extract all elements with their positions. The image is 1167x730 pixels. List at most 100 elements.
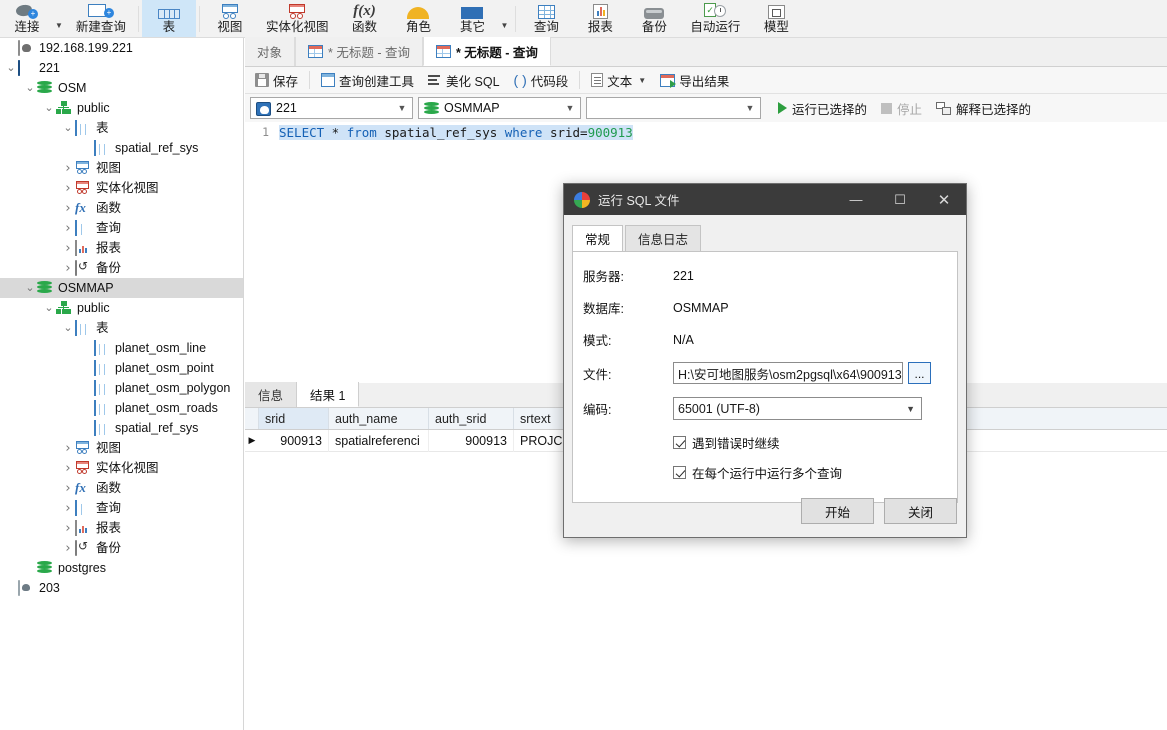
tree-node[interactable]: spatial_ref_sys — [0, 418, 243, 438]
code-snippet-button[interactable]: ( ) 代码段 — [507, 69, 576, 92]
dialog-titlebar[interactable]: 运行 SQL 文件 — ☐ ✕ — [564, 184, 966, 215]
tree-node[interactable]: › 实体化视图 — [0, 458, 243, 478]
chevron-right-icon[interactable]: › — [61, 481, 75, 496]
chevron-right-icon[interactable]: › — [61, 241, 75, 256]
tree-node[interactable]: › 视图 — [0, 158, 243, 178]
other-dropdown-caret[interactable]: ▼ — [499, 21, 512, 37]
tree-node[interactable]: planet_osm_point — [0, 358, 243, 378]
run-selected-button[interactable]: 运行已选择的 — [772, 97, 873, 120]
chevron-down-icon[interactable]: ▼ — [638, 76, 646, 85]
tree-node[interactable]: 192.168.199.221 — [0, 38, 243, 58]
tree-node[interactable]: planet_osm_line — [0, 338, 243, 358]
chevron-down-icon[interactable]: ⌄ — [23, 282, 37, 293]
chevron-right-icon[interactable]: › — [61, 461, 75, 476]
export-result-button[interactable]: 导出结果 — [653, 69, 736, 92]
chevron-down-icon[interactable]: ▼ — [906, 404, 915, 414]
connection-select[interactable]: 221 ▼ — [250, 97, 413, 119]
ribbon-item-materialized-view[interactable]: 实体化视图 — [257, 0, 338, 37]
multiple-queries-checkbox[interactable]: 在每个运行中运行多个查询 — [673, 463, 947, 482]
chevron-down-icon[interactable]: ⌄ — [61, 322, 75, 333]
browse-file-button[interactable]: ... — [908, 362, 931, 384]
ribbon-item-view[interactable]: 视图 — [203, 0, 257, 37]
explain-selected-button[interactable]: 解释已选择的 — [930, 97, 1037, 120]
sql-text-line[interactable]: SELECT * from spatial_ref_sys where srid… — [279, 124, 633, 141]
table-cell[interactable]: spatialreferenci — [329, 429, 429, 452]
column-header[interactable]: auth_srid — [429, 408, 514, 429]
tree-node[interactable]: › 查询 — [0, 498, 243, 518]
chevron-right-icon[interactable]: › — [61, 541, 75, 556]
tree-node[interactable]: ⌄ public — [0, 298, 243, 318]
chevron-right-icon[interactable]: › — [61, 521, 75, 536]
minimize-button[interactable]: — — [834, 184, 878, 215]
save-button[interactable]: 保存 — [248, 69, 305, 92]
tree-node[interactable]: spatial_ref_sys — [0, 138, 243, 158]
column-header[interactable]: auth_name — [329, 408, 429, 429]
file-path-input[interactable]: H:\安可地图服务\osm2pgsql\x64\900913.sq — [673, 362, 903, 384]
chevron-down-icon[interactable]: ⌄ — [61, 122, 75, 133]
tree-node[interactable]: › 实体化视图 — [0, 178, 243, 198]
query-builder-button[interactable]: 查询创建工具 — [314, 69, 421, 92]
tree-node[interactable]: ⌄ 表 — [0, 318, 243, 338]
tree-node[interactable]: 203 — [0, 578, 243, 598]
chevron-right-icon[interactable]: › — [61, 181, 75, 196]
ribbon-item-report[interactable]: 报表 — [573, 0, 627, 37]
database-select[interactable]: OSMMAP ▼ — [418, 97, 581, 119]
tree-node[interactable]: › fx 函数 — [0, 478, 243, 498]
tree-node[interactable]: postgres — [0, 558, 243, 578]
chevron-down-icon[interactable]: ▼ — [562, 103, 578, 113]
tree-node[interactable]: › fx 函数 — [0, 198, 243, 218]
tree-node[interactable]: › 报表 — [0, 238, 243, 258]
ribbon-item-connection[interactable]: + 连接 — [0, 0, 54, 37]
tree-node[interactable]: › 视图 — [0, 438, 243, 458]
chevron-right-icon[interactable]: › — [61, 261, 75, 276]
result-tab-info[interactable]: 信息 — [245, 382, 298, 407]
chevron-right-icon[interactable]: › — [61, 161, 75, 176]
ribbon-item-query[interactable]: 查询 — [519, 0, 573, 37]
tree-node[interactable]: › 备份 — [0, 538, 243, 558]
ribbon-item-other[interactable]: 其它 — [445, 0, 499, 37]
start-button[interactable]: 开始 — [801, 498, 874, 524]
ribbon-item-backup[interactable]: 备份 — [627, 0, 681, 37]
table-cell[interactable]: 900913 — [259, 429, 329, 452]
tab-query-2[interactable]: * 无标题 - 查询 — [422, 37, 551, 66]
chevron-down-icon[interactable]: ▼ — [742, 103, 758, 113]
result-tab-result-1[interactable]: 结果 1 — [297, 382, 360, 407]
tree-node[interactable]: ⌄ 表 — [0, 118, 243, 138]
chevron-down-icon[interactable]: ▼ — [394, 103, 410, 113]
tree-node[interactable]: ⌄ public — [0, 98, 243, 118]
object-tree-sidebar[interactable]: 192.168.199.221 ⌄ 221 ⌄ OSM ⌄ public ⌄ 表 spatial_… — [0, 38, 244, 730]
chevron-down-icon[interactable]: ⌄ — [42, 302, 56, 313]
ribbon-item-function[interactable]: f(x) 函数 — [337, 0, 391, 37]
close-button[interactable]: ✕ — [922, 184, 966, 215]
chevron-down-icon[interactable]: ⌄ — [23, 82, 37, 93]
tree-node[interactable]: ⌄ OSMMAP — [0, 278, 243, 298]
chevron-down-icon[interactable]: ⌄ — [42, 102, 56, 113]
continue-on-error-checkbox[interactable]: 遇到错误时继续 — [673, 433, 947, 452]
text-mode-button[interactable]: 文本 ▼ — [584, 69, 653, 92]
column-header[interactable]: srid — [259, 408, 329, 429]
tree-node[interactable]: ⌄ OSM — [0, 78, 243, 98]
chevron-right-icon[interactable]: › — [61, 221, 75, 236]
ribbon-item-role[interactable]: 角色 — [391, 0, 445, 37]
dialog-close-button[interactable]: 关闭 — [884, 498, 957, 524]
tree-node[interactable]: › 备份 — [0, 258, 243, 278]
tree-node[interactable]: planet_osm_roads — [0, 398, 243, 418]
tab-query-1[interactable]: * 无标题 - 查询 — [295, 37, 423, 66]
tree-node[interactable]: ⌄ 221 — [0, 58, 243, 78]
run-sql-file-dialog[interactable]: 运行 SQL 文件 — ☐ ✕ 常规 信息日志 服务器: 221 数据库: OS… — [563, 183, 967, 538]
chevron-right-icon[interactable]: › — [61, 441, 75, 456]
chevron-right-icon[interactable]: › — [61, 201, 75, 216]
maximize-button[interactable]: ☐ — [878, 184, 922, 215]
beautify-sql-button[interactable]: 美化 SQL — [421, 69, 507, 92]
encoding-select[interactable]: 65001 (UTF-8) ▼ — [673, 397, 922, 420]
ribbon-item-automation[interactable]: ✓ 自动运行 — [681, 0, 749, 37]
chevron-right-icon[interactable]: › — [61, 501, 75, 516]
dialog-tab-message-log[interactable]: 信息日志 — [625, 225, 702, 251]
chevron-down-icon[interactable]: ⌄ — [4, 62, 18, 73]
schema-select[interactable]: ▼ — [586, 97, 761, 119]
tree-node[interactable]: › 报表 — [0, 518, 243, 538]
table-cell[interactable]: 900913 — [429, 429, 514, 452]
tree-node[interactable]: › 查询 — [0, 218, 243, 238]
ribbon-item-table[interactable]: 表 — [141, 0, 196, 37]
tree-node[interactable]: planet_osm_polygon — [0, 378, 243, 398]
